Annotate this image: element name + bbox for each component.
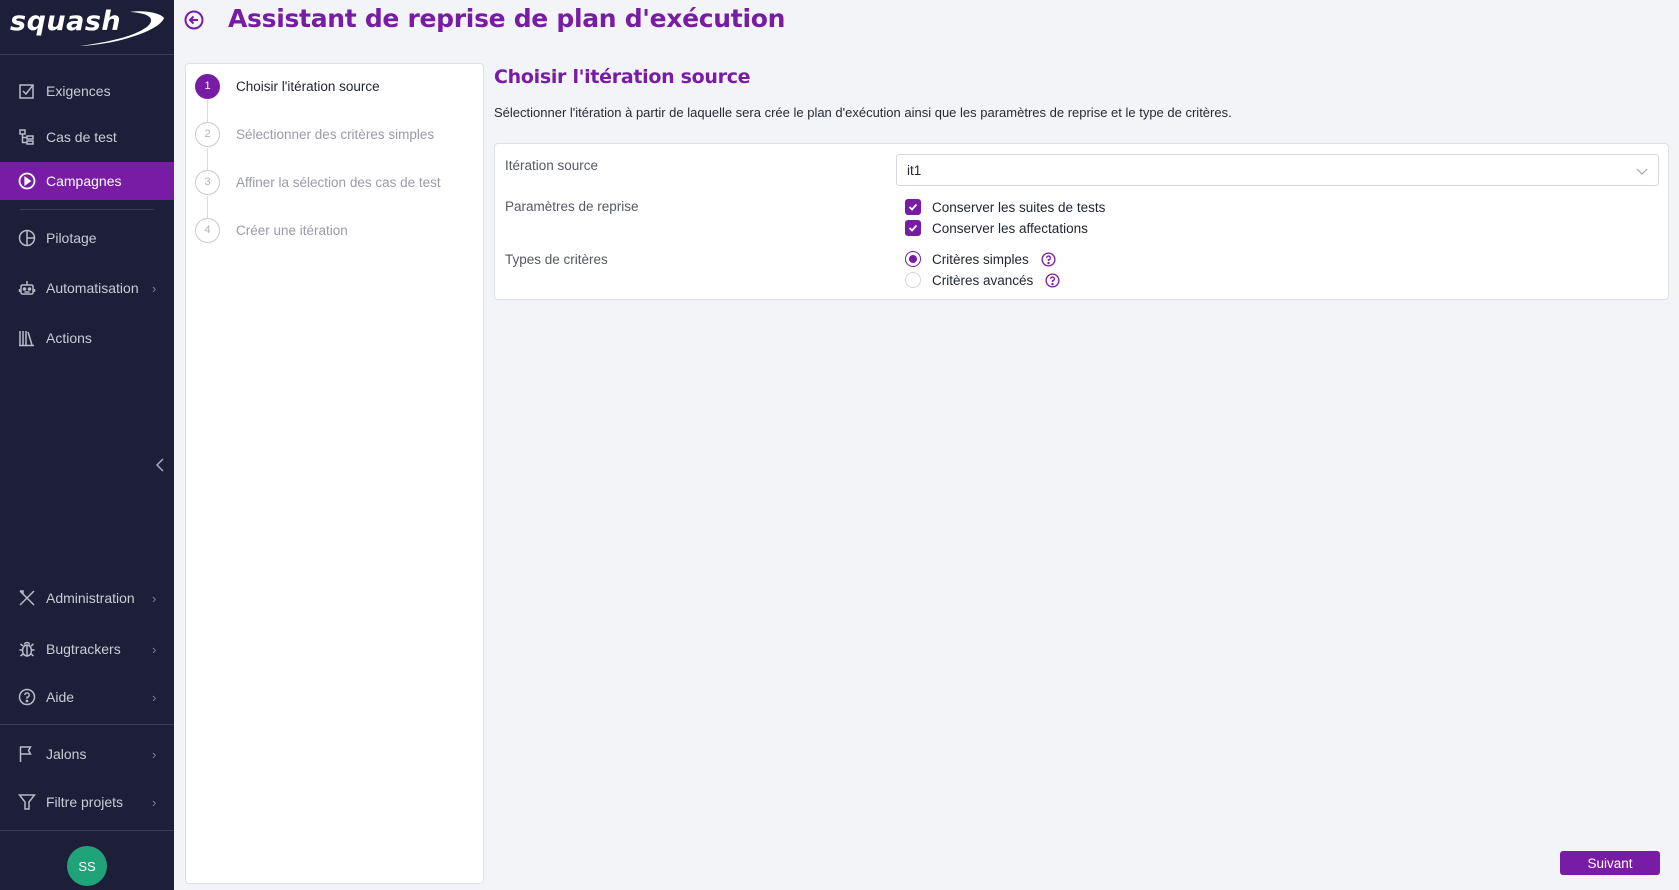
step-connector [207, 196, 208, 218]
sidebar-item-label: Bugtrackers [46, 641, 121, 657]
flag-icon [17, 744, 37, 764]
chevron-right-icon: › [152, 746, 157, 762]
step-label: Créer une itération [236, 222, 348, 238]
step-connector [207, 100, 208, 122]
criteria-type-label: Types de critères [505, 252, 608, 267]
chevron-right-icon: › [152, 794, 157, 810]
tools-icon [17, 588, 37, 608]
sidebar-item-exigences[interactable]: Exigences [0, 72, 174, 110]
section-description: Sélectionner l'itération à partir de laq… [494, 105, 1232, 120]
sidebar-item-label: Jalons [46, 746, 87, 762]
chevron-right-icon: › [152, 641, 157, 657]
sidebar-item-pilotage[interactable]: Pilotage [0, 219, 174, 257]
check-icon [908, 224, 918, 232]
radio-selected[interactable] [905, 251, 921, 267]
arrow-left-circle-icon [184, 10, 204, 30]
sidebar-divider [0, 724, 174, 725]
simple-criteria-radio[interactable]: Critères simples [905, 251, 1056, 267]
tree-icon [17, 127, 37, 147]
radio-label: Critères avancés [932, 272, 1034, 288]
robot-icon [17, 278, 37, 298]
page-title: Assistant de reprise de plan d'exécution [228, 4, 786, 33]
step-4: 4 Créer une itération [195, 217, 348, 243]
step-label: Affiner la sélection des cas de test [236, 174, 441, 190]
sidebar-divider [20, 209, 154, 210]
step-3: 3 Affiner la sélection des cas de test [195, 169, 441, 195]
chart-pie-icon [17, 228, 37, 248]
checkbox-checked[interactable] [905, 220, 921, 236]
play-circle-icon [17, 171, 37, 191]
help-circle-icon [17, 687, 37, 707]
chevron-right-icon: › [152, 590, 157, 606]
squash-logo[interactable]: squash [0, 0, 174, 55]
iteration-form: Itération source it1 Paramètres de repri… [494, 143, 1669, 300]
checkbox-checked[interactable] [905, 199, 921, 215]
filter-icon [17, 792, 37, 812]
step-2: 2 Sélectionner des critères simples [195, 121, 434, 147]
wizard-stepper: 1 Choisir l'itération source 2 Sélection… [185, 63, 484, 884]
logo-text: squash [10, 6, 122, 37]
step-number: 1 [195, 73, 220, 99]
step-connector [207, 148, 208, 170]
sidebar-item-filtre-projets[interactable]: Filtre projets › [0, 783, 174, 821]
step-1[interactable]: 1 Choisir l'itération source [195, 73, 380, 99]
sidebar-item-jalons[interactable]: Jalons › [0, 735, 174, 773]
section-title: Choisir l'itération source [494, 66, 751, 88]
sidebar-item-bugtrackers[interactable]: Bugtrackers › [0, 630, 174, 668]
checkbox-label: Conserver les affectations [932, 220, 1088, 236]
sidebar: squash Exigences Cas de test Campagnes P… [0, 0, 174, 890]
library-icon [17, 328, 37, 348]
radio-label: Critères simples [932, 251, 1029, 267]
help-icon[interactable] [1041, 251, 1056, 267]
sidebar-item-label: Exigences [46, 83, 111, 99]
keep-assignments-checkbox[interactable]: Conserver les affectations [905, 220, 1088, 236]
step-label: Sélectionner des critères simples [236, 126, 435, 142]
sidebar-item-label: Administration [46, 590, 135, 606]
chevron-right-icon: › [152, 280, 157, 296]
checkbox-icon [17, 81, 37, 101]
step-number: 4 [195, 217, 220, 243]
sidebar-item-label: Aide [46, 689, 75, 705]
iteration-source-label: Itération source [505, 158, 599, 173]
sidebar-item-campagnes[interactable]: Campagnes [0, 162, 174, 200]
collapse-sidebar-button[interactable] [152, 455, 168, 475]
next-button[interactable]: Suivant [1560, 851, 1660, 875]
sidebar-item-label: Cas de test [46, 129, 117, 145]
params-label: Paramètres de reprise [505, 199, 639, 214]
check-icon [908, 203, 918, 211]
step-number: 2 [195, 121, 220, 147]
sidebar-item-cas-de-test[interactable]: Cas de test [0, 118, 174, 156]
iteration-source-value: it1 [907, 163, 922, 178]
sidebar-item-label: Filtre projets [46, 794, 124, 810]
back-button[interactable] [183, 9, 205, 31]
sidebar-item-aide[interactable]: Aide › [0, 678, 174, 716]
bug-icon [17, 639, 37, 659]
sidebar-divider [0, 830, 174, 831]
sidebar-item-administration[interactable]: Administration › [0, 579, 174, 617]
step-label: Choisir l'itération source [236, 78, 380, 94]
radio-unselected[interactable] [905, 272, 921, 288]
advanced-criteria-radio[interactable]: Critères avancés [905, 272, 1060, 288]
help-icon[interactable] [1045, 272, 1060, 288]
sidebar-item-automatisation[interactable]: Automatisation › [0, 269, 174, 307]
chevron-left-icon [155, 458, 164, 472]
sidebar-item-label: Pilotage [46, 230, 97, 246]
sidebar-item-label: Actions [46, 330, 92, 346]
sidebar-item-label: Automatisation [46, 280, 139, 296]
user-avatar[interactable]: SS [67, 846, 107, 886]
iteration-source-select[interactable]: it1 [896, 154, 1659, 186]
chevron-right-icon: › [152, 689, 157, 705]
keep-test-suites-checkbox[interactable]: Conserver les suites de tests [905, 199, 1105, 215]
sidebar-item-actions[interactable]: Actions [0, 319, 174, 357]
chevron-down-icon [1636, 168, 1648, 175]
sidebar-item-label: Campagnes [46, 173, 122, 189]
checkbox-label: Conserver les suites de tests [932, 199, 1106, 215]
step-number: 3 [195, 169, 220, 195]
